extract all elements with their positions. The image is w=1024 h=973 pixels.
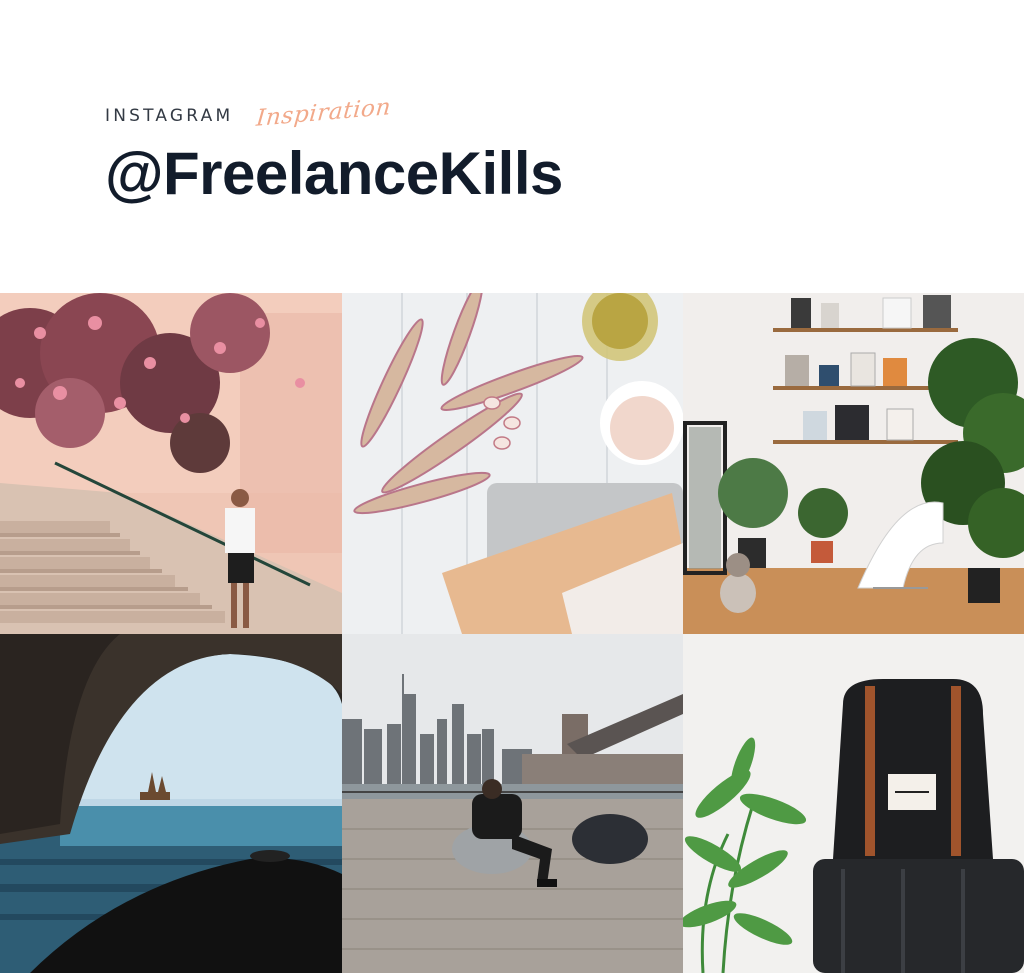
instagram-handle[interactable]: @FreelanceKills: [105, 144, 563, 204]
header-kicker: INSTAGRAM: [105, 106, 234, 126]
backpack-luggage-image: [683, 634, 1024, 973]
photo-beans-flatlay[interactable]: [342, 293, 683, 634]
header: INSTAGRAM Inspiration @FreelanceKills: [105, 94, 905, 240]
photo-backpack-luggage[interactable]: [683, 634, 1024, 973]
beans-flatlay-image: [342, 293, 683, 634]
sea-cave-boat-image: [0, 634, 342, 973]
shelves-plants-cat-image: [683, 293, 1024, 634]
photo-city-skyline-beanbag[interactable]: [342, 634, 683, 973]
header-script-word: Inspiration: [255, 94, 393, 132]
photo-shelves-plants-cat[interactable]: [683, 293, 1024, 634]
photo-pink-wall-stairs[interactable]: [0, 293, 342, 634]
photo-grid: [0, 293, 1024, 973]
pink-wall-stairs-image: [0, 293, 342, 634]
photo-sea-cave-boat[interactable]: [0, 634, 342, 973]
city-skyline-beanbag-image: [342, 634, 683, 973]
